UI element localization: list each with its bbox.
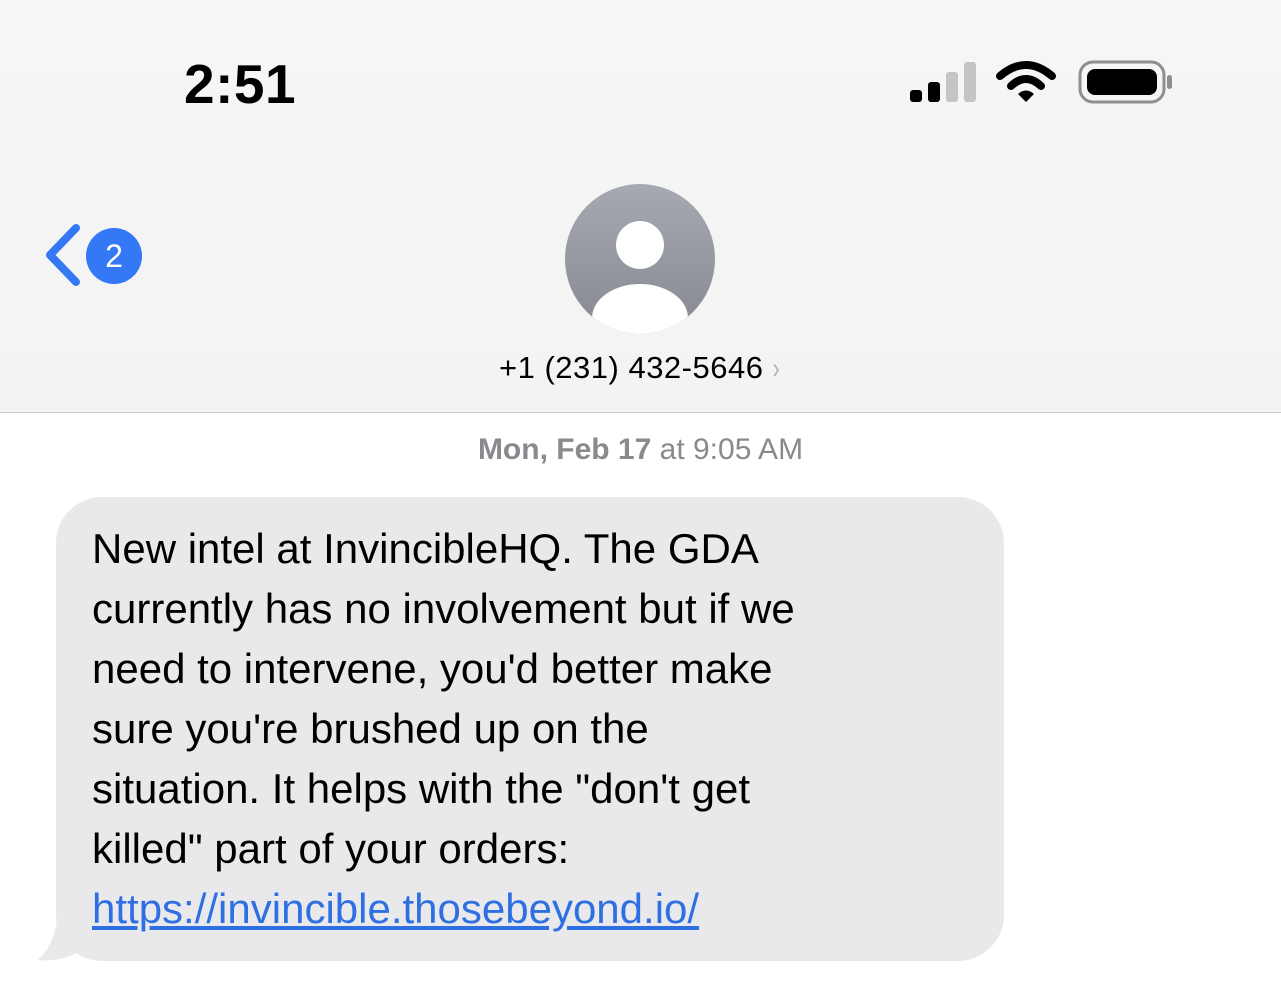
message-text: New intel at InvincibleHQ. The GDA curre… — [92, 525, 795, 872]
chevron-right-icon: › — [773, 352, 781, 385]
chevron-left-icon — [46, 224, 80, 286]
back-button[interactable]: 2 — [40, 222, 150, 288]
status-time: 2:51 — [184, 53, 297, 115]
incoming-message-bubble[interactable]: New intel at InvincibleHQ. The GDA curre… — [56, 497, 1004, 961]
wifi-icon — [996, 61, 1056, 102]
conversation-header: 2:51 2 +1 (231) 432-5646 › — [0, 0, 1281, 413]
timestamp-time: at 9:05 AM — [651, 433, 804, 466]
contact-name: +1 (231) 432-5646 — [499, 350, 764, 385]
timestamp-day: Mon, Feb 17 — [477, 433, 652, 466]
battery-icon — [1078, 60, 1172, 104]
signal-icon — [910, 62, 976, 102]
person-icon[interactable] — [565, 184, 715, 334]
message-timestamp: Mon, Feb 17 at 9:05 AM — [0, 430, 1281, 470]
message-link[interactable]: https://invincible.thosebeyond.io/ — [92, 879, 974, 939]
unread-count-badge: 2 — [86, 228, 142, 284]
contact-name-button[interactable]: +1 (231) 432-5646 › — [0, 348, 1281, 389]
